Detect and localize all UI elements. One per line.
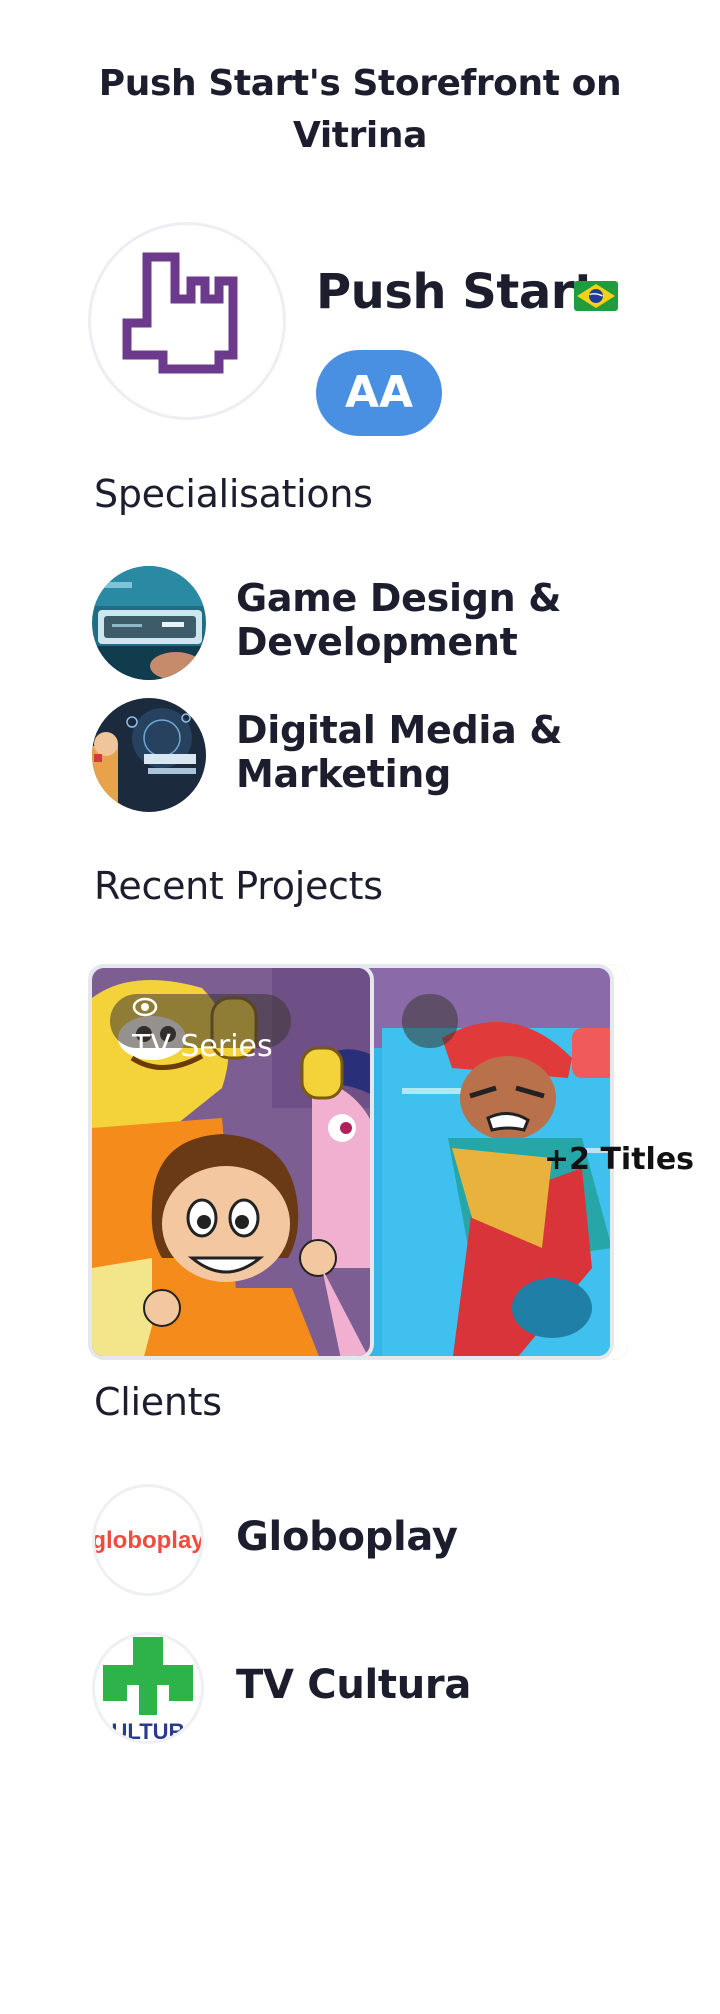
page-title: Push Start's Storefront on Vitrina [0,58,720,162]
project-type-label: TV Series [132,1029,273,1064]
eye-icon [132,997,158,1017]
project-2-chip [402,994,458,1048]
svg-text:globoplay: globoplay [95,1527,201,1554]
page-title-line-2: Vitrina [293,115,427,156]
svg-text:ULTUR: ULTUR [112,1719,185,1741]
globoplay-logo: globoplay [92,1484,204,1596]
specialisation-label: Game Design & Development [236,576,562,664]
digital-media-thumbnail [92,698,206,812]
project-type-chip: TV Series [110,994,291,1064]
client-item-tv-cultura[interactable]: ULTUR TV Cultura [92,1632,652,1744]
specialisation-item-digital-media[interactable]: Digital Media & Marketing [92,698,652,812]
recent-projects-heading: Recent Projects [94,864,383,908]
project-card-1[interactable]: TV Series [88,964,374,1360]
specialisation-item-game-design[interactable]: Game Design & Development [92,566,652,680]
rating-badge[interactable]: AA [316,350,442,436]
page-title-line-1: Push Start's Storefront on [98,63,622,104]
client-item-globoplay[interactable]: globoplay Globoplay [92,1484,652,1596]
brazil-flag-icon [574,281,618,311]
specialisation-label: Digital Media & Marketing [236,708,563,796]
company-name: Push Start [316,264,597,320]
more-titles-link[interactable]: +2 Titles [544,1142,694,1177]
tv-cultura-logo: ULTUR [92,1632,204,1744]
client-name: TV Cultura [236,1662,472,1708]
push-start-logo-icon [122,252,238,374]
specialisations-heading: Specialisations [94,472,373,516]
game-design-thumbnail [92,566,206,680]
company-logo [88,222,286,420]
client-name: Globoplay [236,1514,458,1560]
clients-heading: Clients [94,1380,222,1424]
